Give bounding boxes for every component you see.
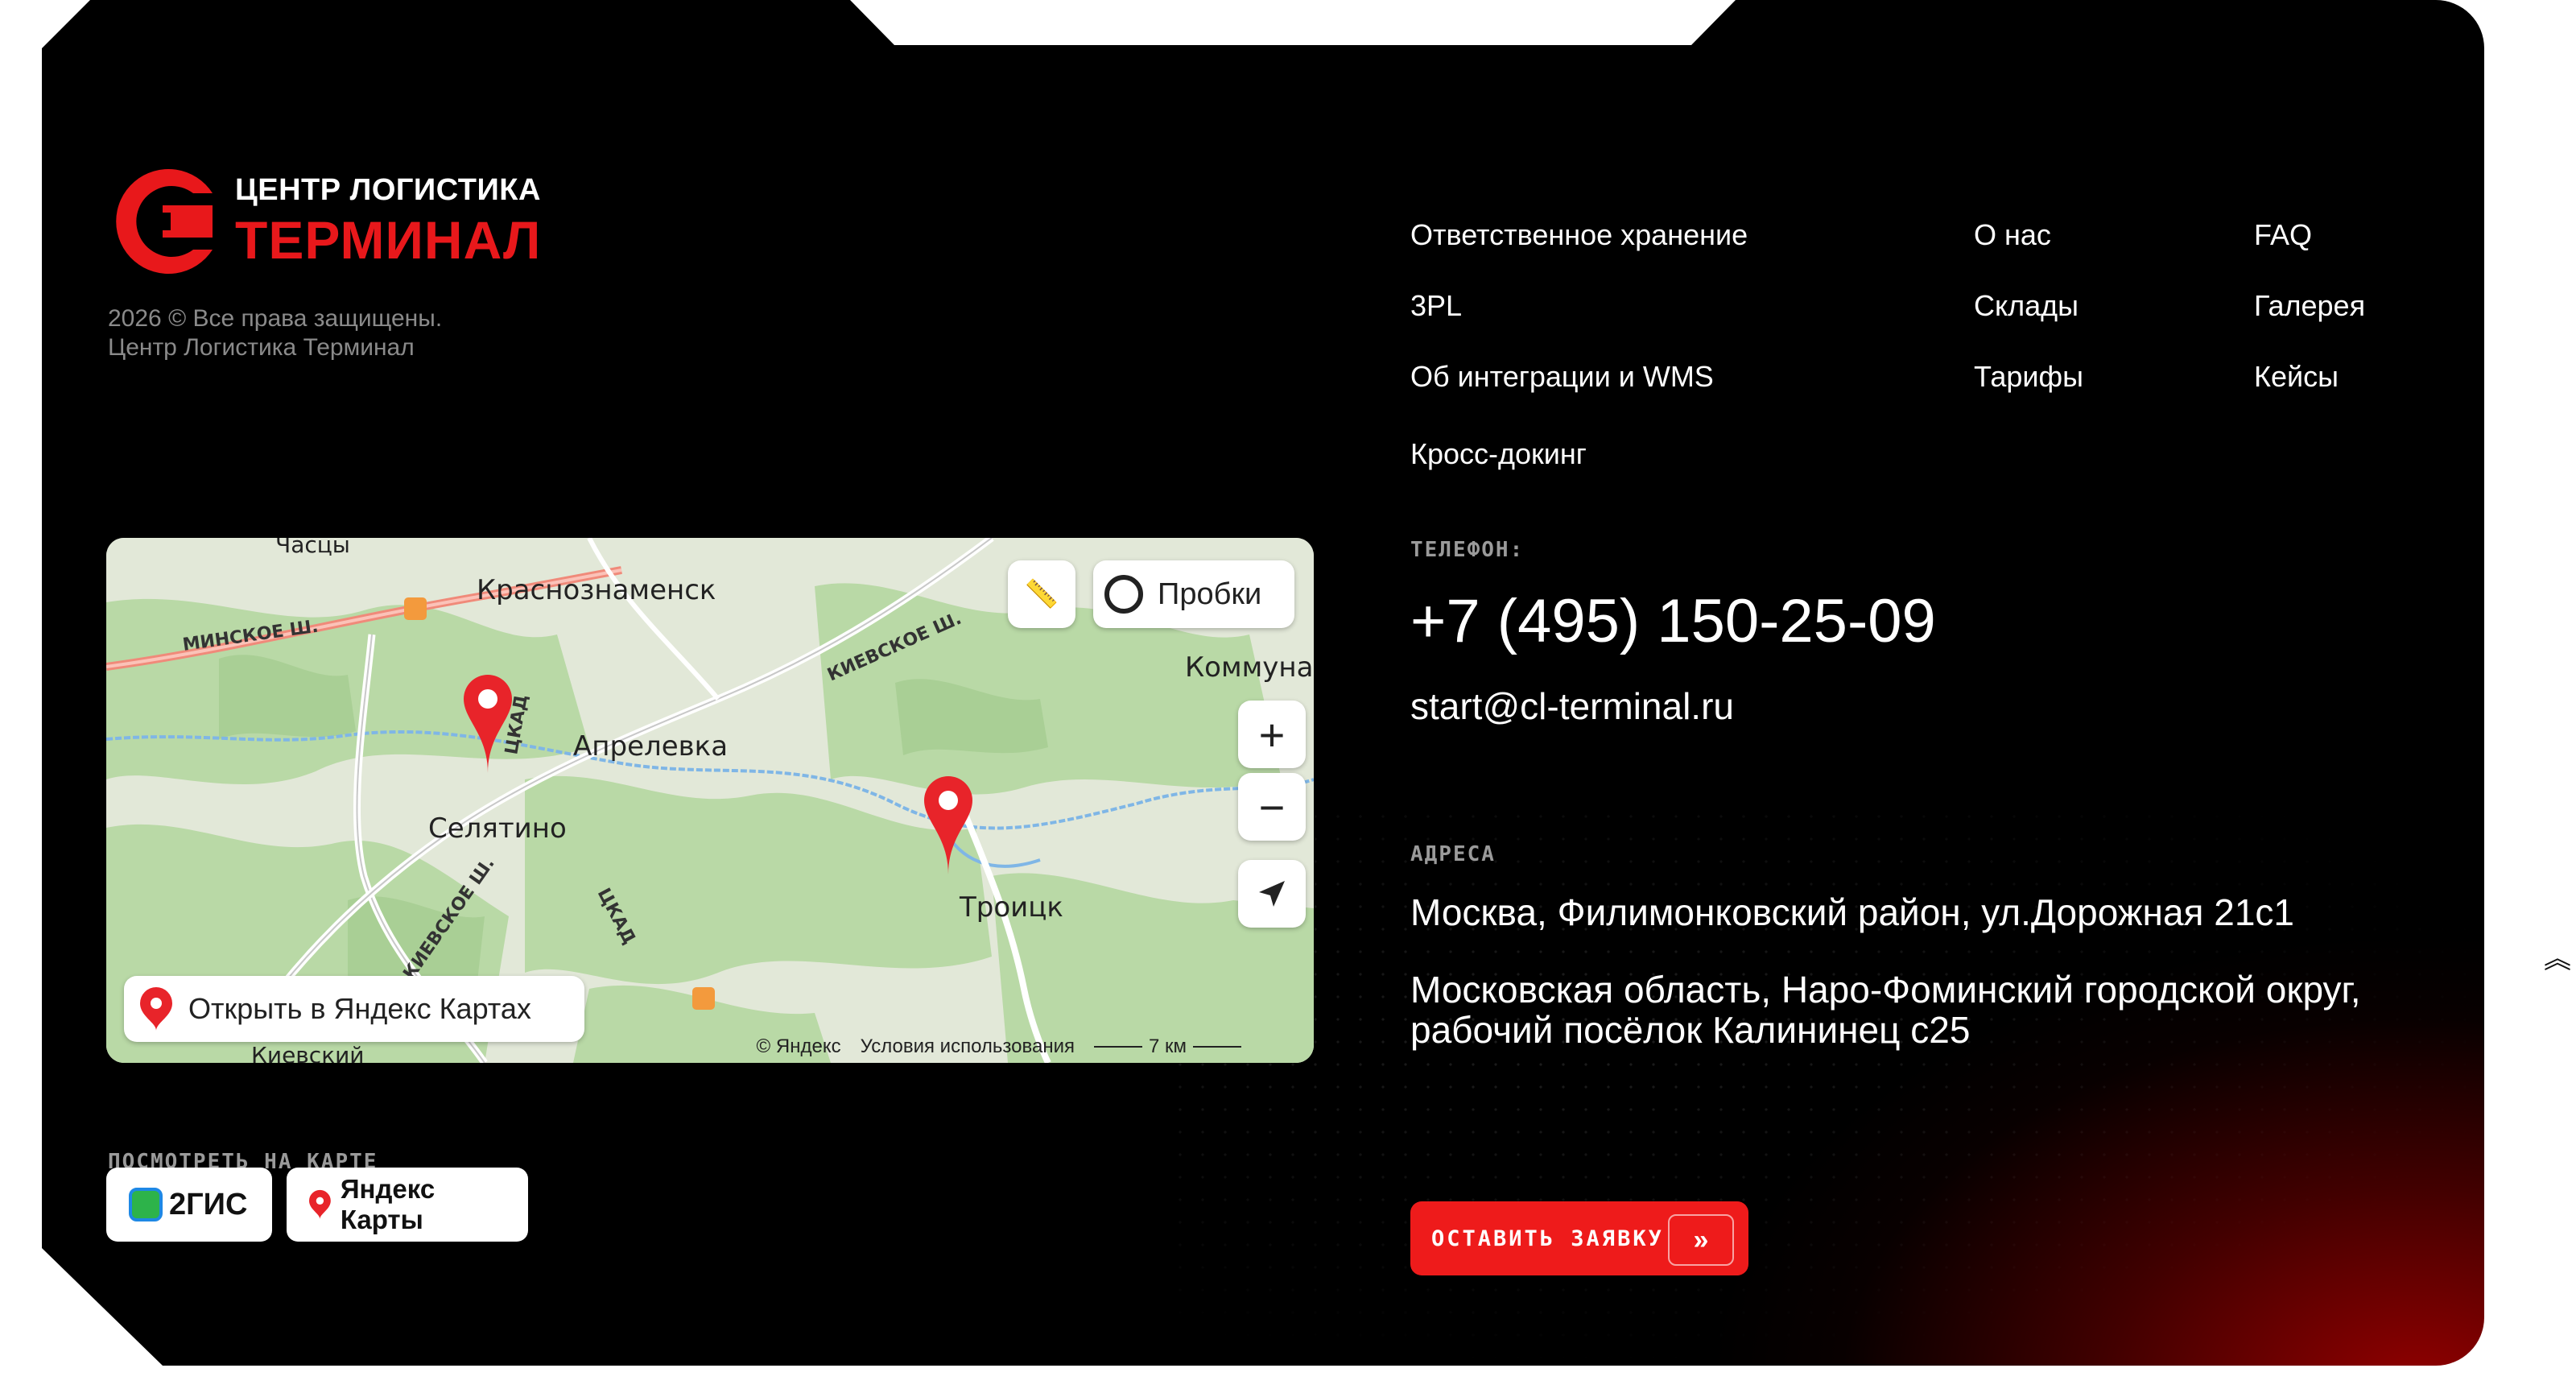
terms-link[interactable]: Условия использования [861, 1035, 1075, 1058]
yandex-maps-button[interactable]: Яндекс Карты [287, 1168, 528, 1242]
nav-link-storage[interactable]: Ответственное хранение [1410, 211, 1748, 282]
phone-label: ТЕЛЕФОН: [1410, 538, 1525, 562]
nav-link-gallery[interactable]: Галерея [2254, 282, 2365, 353]
map-scale: 7 км [1093, 1035, 1241, 1058]
zoom-in-icon: + [1258, 709, 1286, 760]
copyright-line2: Центр Логистика Терминал [108, 334, 415, 361]
address-2: Московская область, Наро-Фоминский город… [1410, 969, 2361, 1051]
map-town-label: Троицк [959, 891, 1063, 924]
map-town-label: Краснознаменск [477, 574, 716, 606]
logo-mark-icon [116, 169, 213, 274]
ruler-icon: 📏 [1024, 579, 1059, 610]
scroll-to-top-button[interactable]: ︽ [2539, 871, 2576, 1040]
nav-link-warehouses[interactable]: Склады [1974, 282, 2083, 353]
submit-request-button[interactable]: ОСТАВИТЬ ЗАЯВКУ » [1410, 1201, 1748, 1275]
2gis-button[interactable]: 2ГИС [106, 1168, 272, 1242]
open-in-yandex-maps-button[interactable]: Открыть в Яндекс Картах [124, 976, 584, 1042]
double-chevron-right-icon: » [1668, 1214, 1734, 1266]
geolocation-button[interactable] [1238, 860, 1306, 928]
2gis-icon [129, 1188, 163, 1221]
logo[interactable]: ЦЕНТР ЛОГИСТИКА ТЕРМИНАЛ [106, 161, 541, 282]
map-town-label: Киевский [251, 1042, 365, 1063]
location-arrow-icon [1259, 881, 1285, 907]
yandex-attribution[interactable]: © Яндекс [757, 1035, 841, 1058]
top-notch [850, 0, 1736, 45]
address-label: АДРЕСА [1410, 842, 1496, 866]
yandex-pin-icon [309, 1189, 331, 1220]
traffic-icon [1104, 575, 1143, 614]
nav-link-crossdock[interactable]: Кросс-докинг [1410, 430, 1748, 501]
copyright: 2026 © Все права защищены. Центр Логисти… [108, 304, 442, 362]
yandex-maps-label: Яндекс Карты [340, 1174, 436, 1234]
copyright-line1: 2026 © Все права защищены. [108, 305, 443, 332]
nav-col-company: О нас Склады Тарифы [1974, 211, 2083, 424]
ruble-poi-icon [404, 597, 427, 620]
nav-link-wms[interactable]: Об интеграции и WMS [1410, 353, 1748, 424]
open-in-yandex-label: Открыть в Яндекс Картах [188, 992, 531, 1025]
traffic-label: Пробки [1158, 577, 1262, 611]
zoom-in-button[interactable]: + [1238, 701, 1306, 768]
double-chevron-up-icon: ︽ [2544, 943, 2571, 974]
site-footer: ЦЕНТР ЛОГИСТИКА ТЕРМИНАЛ 2026 © Все прав… [42, 0, 2484, 1366]
map-scale-label: 7 км [1148, 1035, 1187, 1057]
zoom-out-icon: − [1258, 781, 1286, 833]
address-1: Москва, Филимонковский район, ул.Дорожна… [1410, 891, 2294, 933]
nav-link-tariffs[interactable]: Тарифы [1974, 353, 2083, 424]
nav-col-info: FAQ Галерея Кейсы [2254, 211, 2365, 424]
nav-col-services: Ответственное хранение 3PL Об интеграции… [1410, 211, 1748, 501]
logo-line2: ТЕРМИНАЛ [235, 209, 542, 270]
nav-link-about[interactable]: О нас [1974, 211, 2083, 282]
email-link[interactable]: start@cl-terminal.ru [1410, 684, 1734, 728]
map-links: 2ГИС Яндекс Карты [106, 1168, 528, 1242]
map-attribution: © Яндекс Условия использования 7 км [757, 1035, 1241, 1058]
2gis-label: 2ГИС [169, 1187, 248, 1221]
nav-link-cases[interactable]: Кейсы [2254, 353, 2365, 424]
zoom-out-button[interactable]: − [1238, 773, 1306, 841]
submit-request-label: ОСТАВИТЬ ЗАЯВКУ [1431, 1226, 1664, 1251]
map-pin-icon [140, 987, 172, 1031]
dot-pattern [1169, 805, 2484, 1366]
map-town-label: Апрелевка [573, 730, 728, 763]
map-widget[interactable]: МИНСКОЕ Ш. КИЕВСКОЕ Ш. ЦКАД ЦКАД КИЕВСКО… [106, 538, 1314, 1063]
map-town-label: Коммуна [1185, 651, 1313, 684]
ruler-button[interactable]: 📏 [1008, 560, 1075, 628]
phone-link[interactable]: +7 (495) 150-25-09 [1410, 586, 1936, 656]
ruble-poi-icon [692, 987, 715, 1010]
nav-link-faq[interactable]: FAQ [2254, 211, 2365, 282]
traffic-button[interactable]: Пробки [1093, 560, 1294, 628]
map-town-label: Селятино [428, 812, 567, 845]
map-town-label: Часцы [275, 538, 350, 558]
nav-link-3pl[interactable]: 3PL [1410, 282, 1748, 353]
logo-line1: ЦЕНТР ЛОГИСТИКА [235, 172, 541, 207]
